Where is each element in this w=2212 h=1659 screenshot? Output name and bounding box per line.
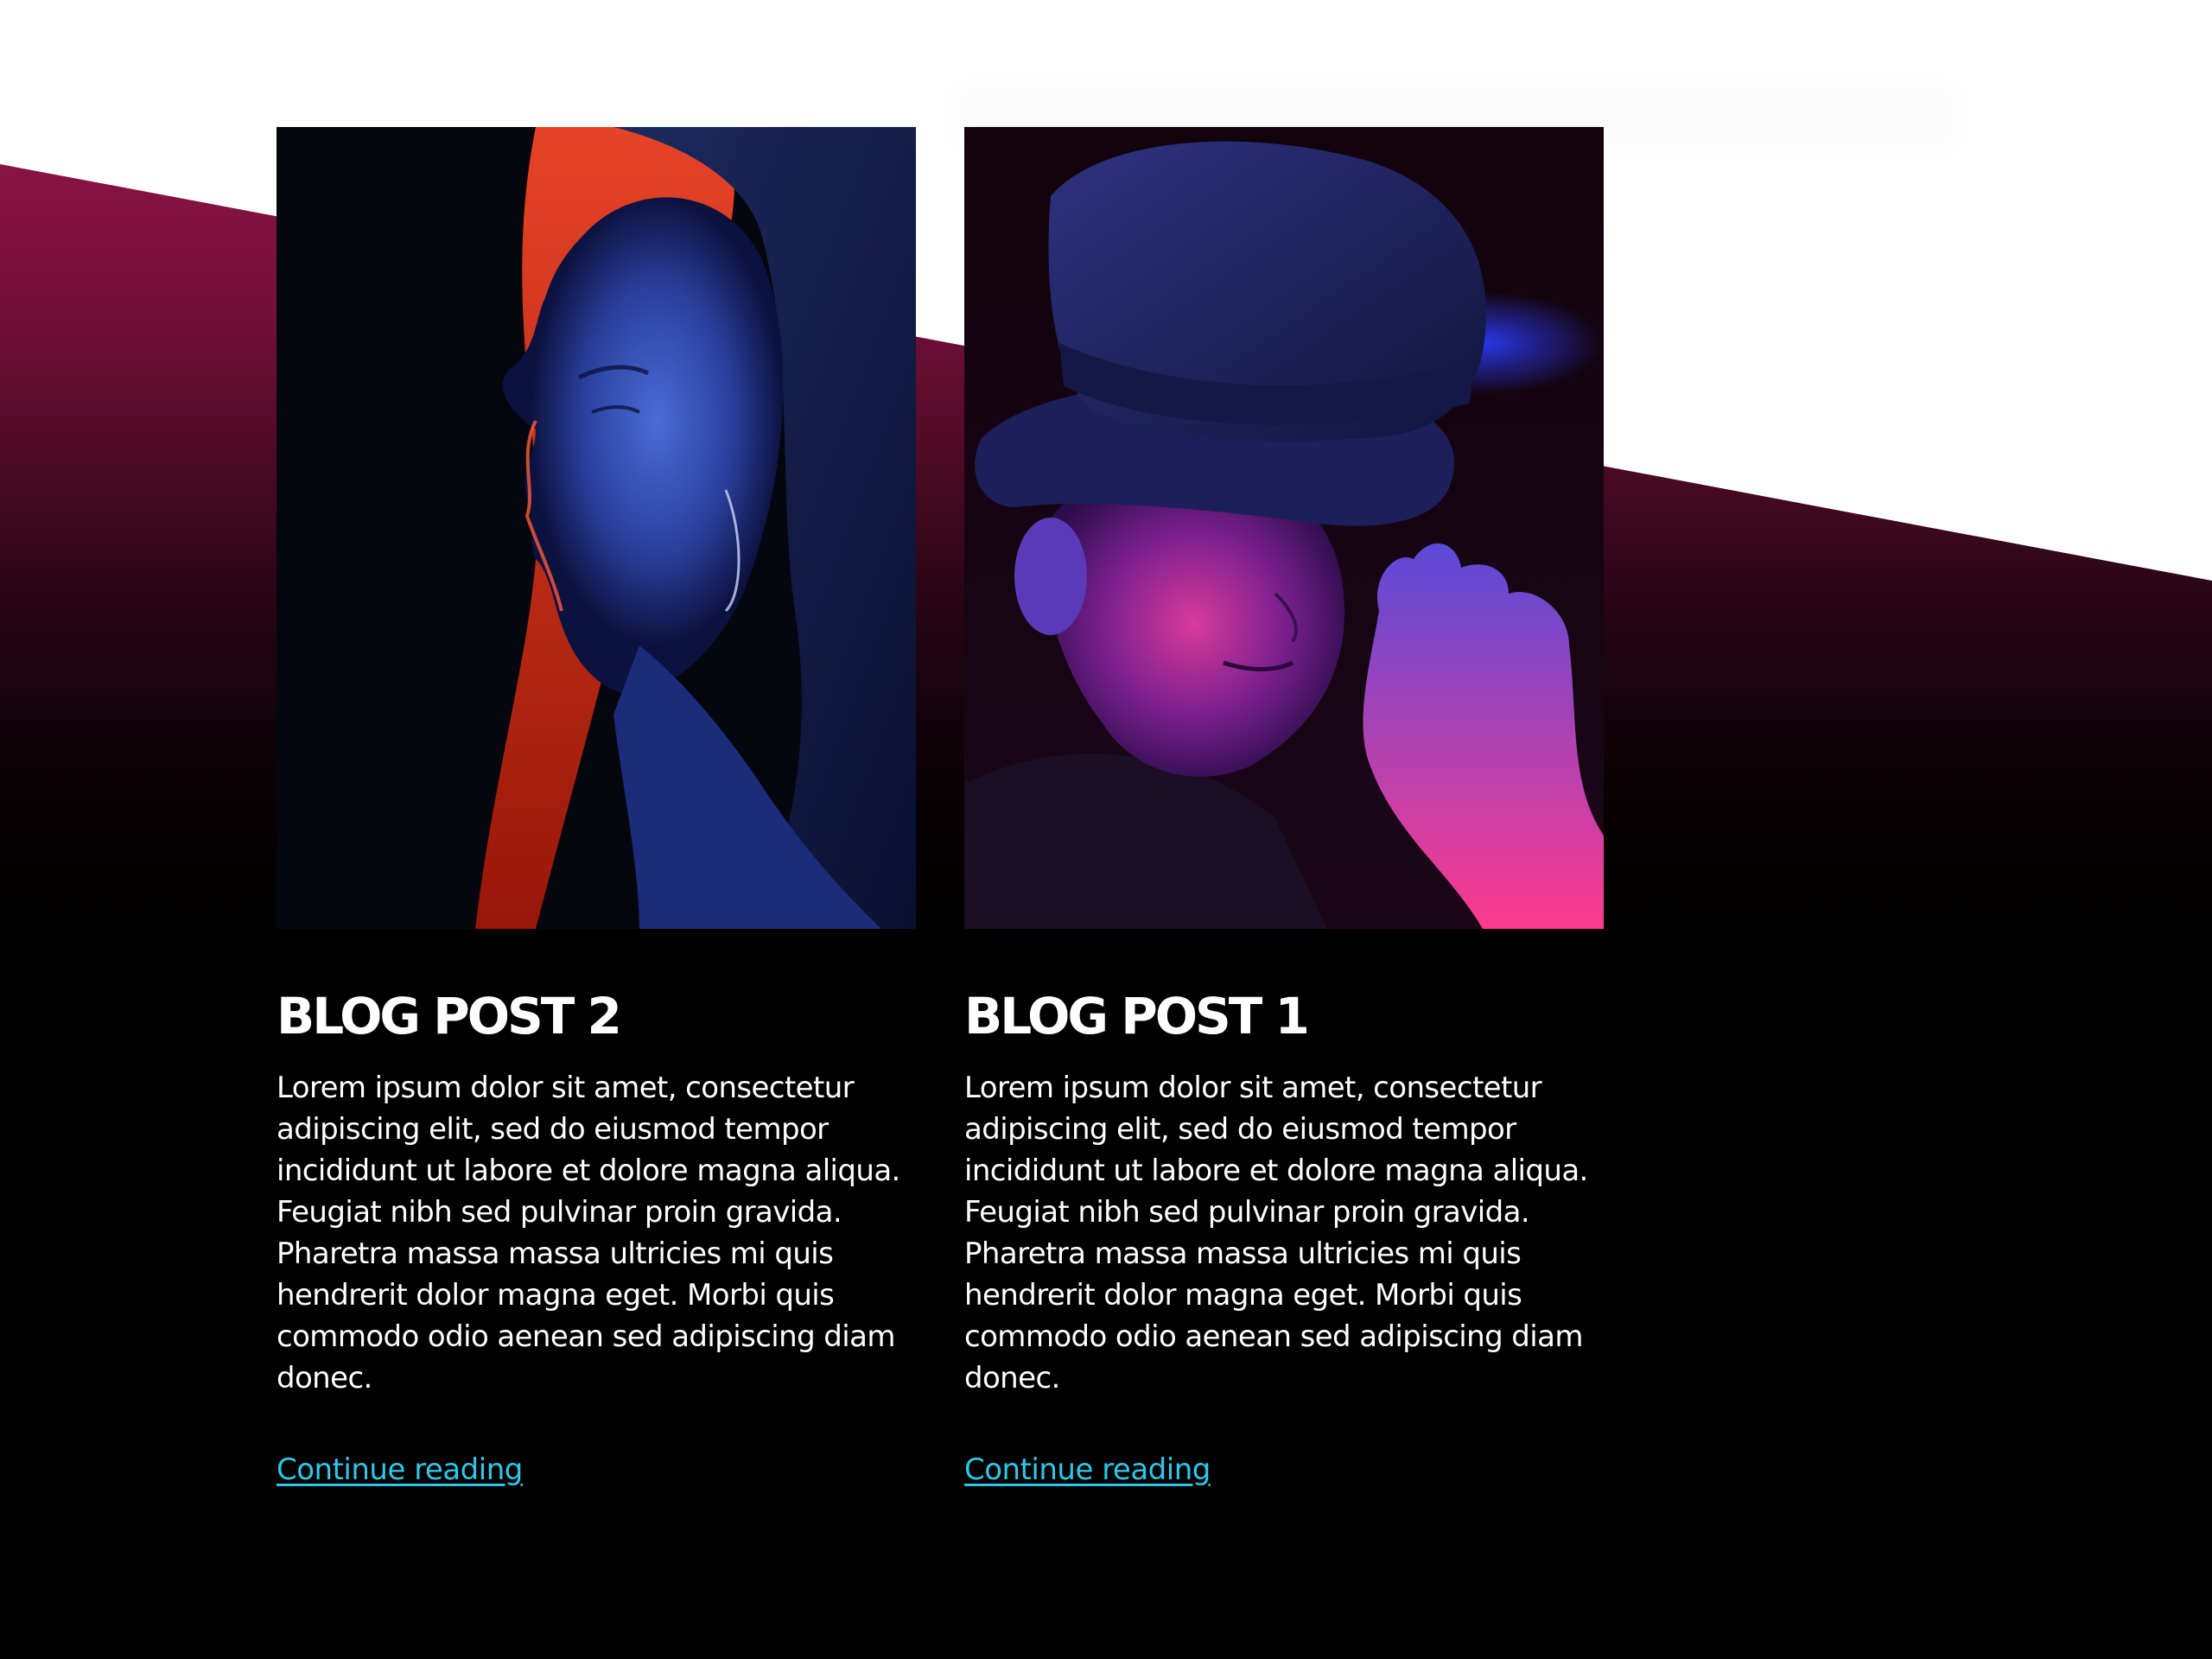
blog-post-list: BLOG POST 2 Lorem ipsum dolor sit amet, …	[276, 127, 1604, 1491]
post-title[interactable]: BLOG POST 2	[276, 986, 916, 1046]
blog-post-card: BLOG POST 1 Lorem ipsum dolor sit amet, …	[964, 127, 1604, 1491]
blog-page: BLOG POST 2 Lorem ipsum dolor sit amet, …	[0, 0, 2212, 1659]
continue-reading-link[interactable]: Continue reading	[276, 1449, 523, 1491]
blog-post-card: BLOG POST 2 Lorem ipsum dolor sit amet, …	[276, 127, 916, 1491]
continue-reading-link[interactable]: Continue reading	[964, 1449, 1211, 1491]
post-image-woman-portrait[interactable]	[276, 127, 916, 929]
post-excerpt: Lorem ipsum dolor sit amet, consectetur …	[276, 1071, 900, 1395]
post-title[interactable]: BLOG POST 1	[964, 986, 1604, 1046]
post-excerpt: Lorem ipsum dolor sit amet, consectetur …	[964, 1071, 1588, 1395]
man-in-fedora-portrait-photo	[964, 127, 1604, 929]
woman-profile-portrait-photo	[276, 127, 916, 929]
post-image-man-fedora[interactable]	[964, 127, 1604, 929]
